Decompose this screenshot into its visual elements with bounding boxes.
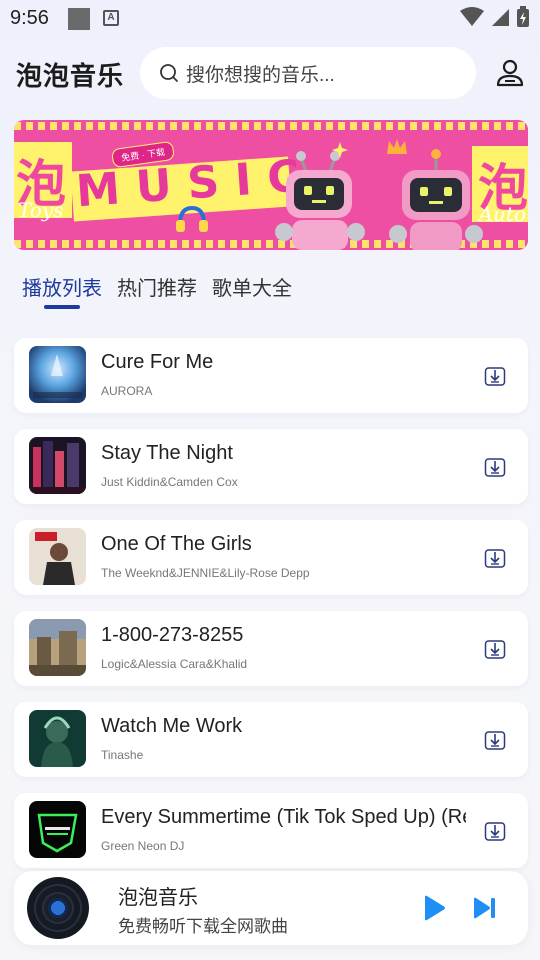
robot-illustration-right bbox=[389, 149, 483, 250]
active-tab-indicator bbox=[44, 305, 80, 309]
download-icon[interactable] bbox=[484, 638, 506, 660]
play-icon[interactable] bbox=[422, 895, 446, 921]
banner-toys-text: Toys bbox=[18, 198, 64, 222]
album-cover bbox=[29, 528, 86, 585]
song-title: One Of The Girls bbox=[101, 533, 252, 555]
tab-song-lists[interactable]: 歌单大全 bbox=[212, 272, 292, 301]
album-cover bbox=[29, 346, 86, 403]
album-cover bbox=[29, 619, 86, 676]
song-artist: Logic&Alessia Cara&Khalid bbox=[101, 657, 248, 671]
song-title: 1-800-273-8255 bbox=[101, 624, 244, 646]
song-title: Watch Me Work bbox=[101, 715, 243, 737]
song-item[interactable]: Every Summertime (Tik Tok Sped Up) (Remi… bbox=[14, 793, 528, 868]
song-artist: AURORA bbox=[101, 384, 153, 398]
next-track-icon[interactable] bbox=[472, 896, 496, 920]
song-artist: Green Neon DJ bbox=[101, 839, 185, 853]
song-title: Every Summertime (Tik Tok Sped Up) (Remi… bbox=[101, 806, 466, 828]
download-icon[interactable] bbox=[484, 729, 506, 751]
sparkle-icon bbox=[332, 142, 348, 158]
song-artist: Tinashe bbox=[101, 748, 144, 762]
download-icon[interactable] bbox=[484, 365, 506, 387]
song-item[interactable]: Watch Me Work Tinashe bbox=[14, 702, 528, 777]
search-icon bbox=[160, 64, 178, 82]
status-time: 9:56 bbox=[10, 7, 49, 29]
player-title: 泡泡音乐 bbox=[118, 887, 198, 909]
song-item[interactable]: One Of The Girls The Weeknd&JENNIE&Lily-… bbox=[14, 520, 528, 595]
album-cover bbox=[29, 437, 86, 494]
crown-icon bbox=[387, 139, 407, 154]
song-artist: Just Kiddin&Camden Cox bbox=[101, 475, 238, 489]
search-input[interactable]: 搜你想搜的音乐... bbox=[140, 47, 476, 99]
robot-illustration-left bbox=[275, 151, 365, 250]
signal-icon bbox=[492, 9, 509, 26]
song-artist: The Weeknd&JENNIE&Lily-Rose Depp bbox=[101, 566, 310, 580]
album-cover bbox=[29, 710, 86, 767]
vinyl-disc-icon bbox=[27, 877, 89, 939]
promo-banner[interactable]: 泡 泡 Toys Auto MUSIC 免费 · 下载 bbox=[14, 120, 528, 250]
tab-playlist[interactable]: 播放列表 bbox=[22, 272, 102, 301]
song-list: Cure For Me AURORA Stay The Night Just K… bbox=[14, 338, 528, 884]
status-icons bbox=[460, 6, 530, 28]
app-title: 泡泡音乐 bbox=[16, 61, 125, 91]
notification-square-icon bbox=[68, 8, 90, 30]
notification-a-icon: A bbox=[103, 10, 119, 26]
search-placeholder: 搜你想搜的音乐... bbox=[186, 64, 335, 86]
category-tabs: 播放列表 热门推荐 歌单大全 bbox=[22, 272, 292, 301]
song-item[interactable]: Stay The Night Just Kiddin&Camden Cox bbox=[14, 429, 528, 504]
player-subtitle: 免费畅听下载全网歌曲 bbox=[118, 917, 288, 936]
wifi-icon bbox=[460, 7, 484, 26]
download-icon[interactable] bbox=[484, 547, 506, 569]
tab-hot-recommend[interactable]: 热门推荐 bbox=[117, 272, 197, 301]
mini-player[interactable]: 泡泡音乐 免费畅听下载全网歌曲 bbox=[14, 871, 528, 945]
headphones-icon bbox=[176, 205, 208, 232]
song-title: Stay The Night bbox=[101, 442, 233, 464]
album-cover bbox=[29, 801, 86, 858]
song-item[interactable]: 1-800-273-8255 Logic&Alessia Cara&Khalid bbox=[14, 611, 528, 686]
battery-icon bbox=[517, 6, 529, 27]
download-icon[interactable] bbox=[484, 820, 506, 842]
status-bar: 9:56 A bbox=[0, 0, 540, 38]
song-title: Cure For Me bbox=[101, 351, 214, 373]
banner-border-top bbox=[14, 122, 528, 130]
user-profile-icon[interactable] bbox=[496, 58, 524, 88]
song-item[interactable]: Cure For Me AURORA bbox=[14, 338, 528, 413]
download-icon[interactable] bbox=[484, 456, 506, 478]
